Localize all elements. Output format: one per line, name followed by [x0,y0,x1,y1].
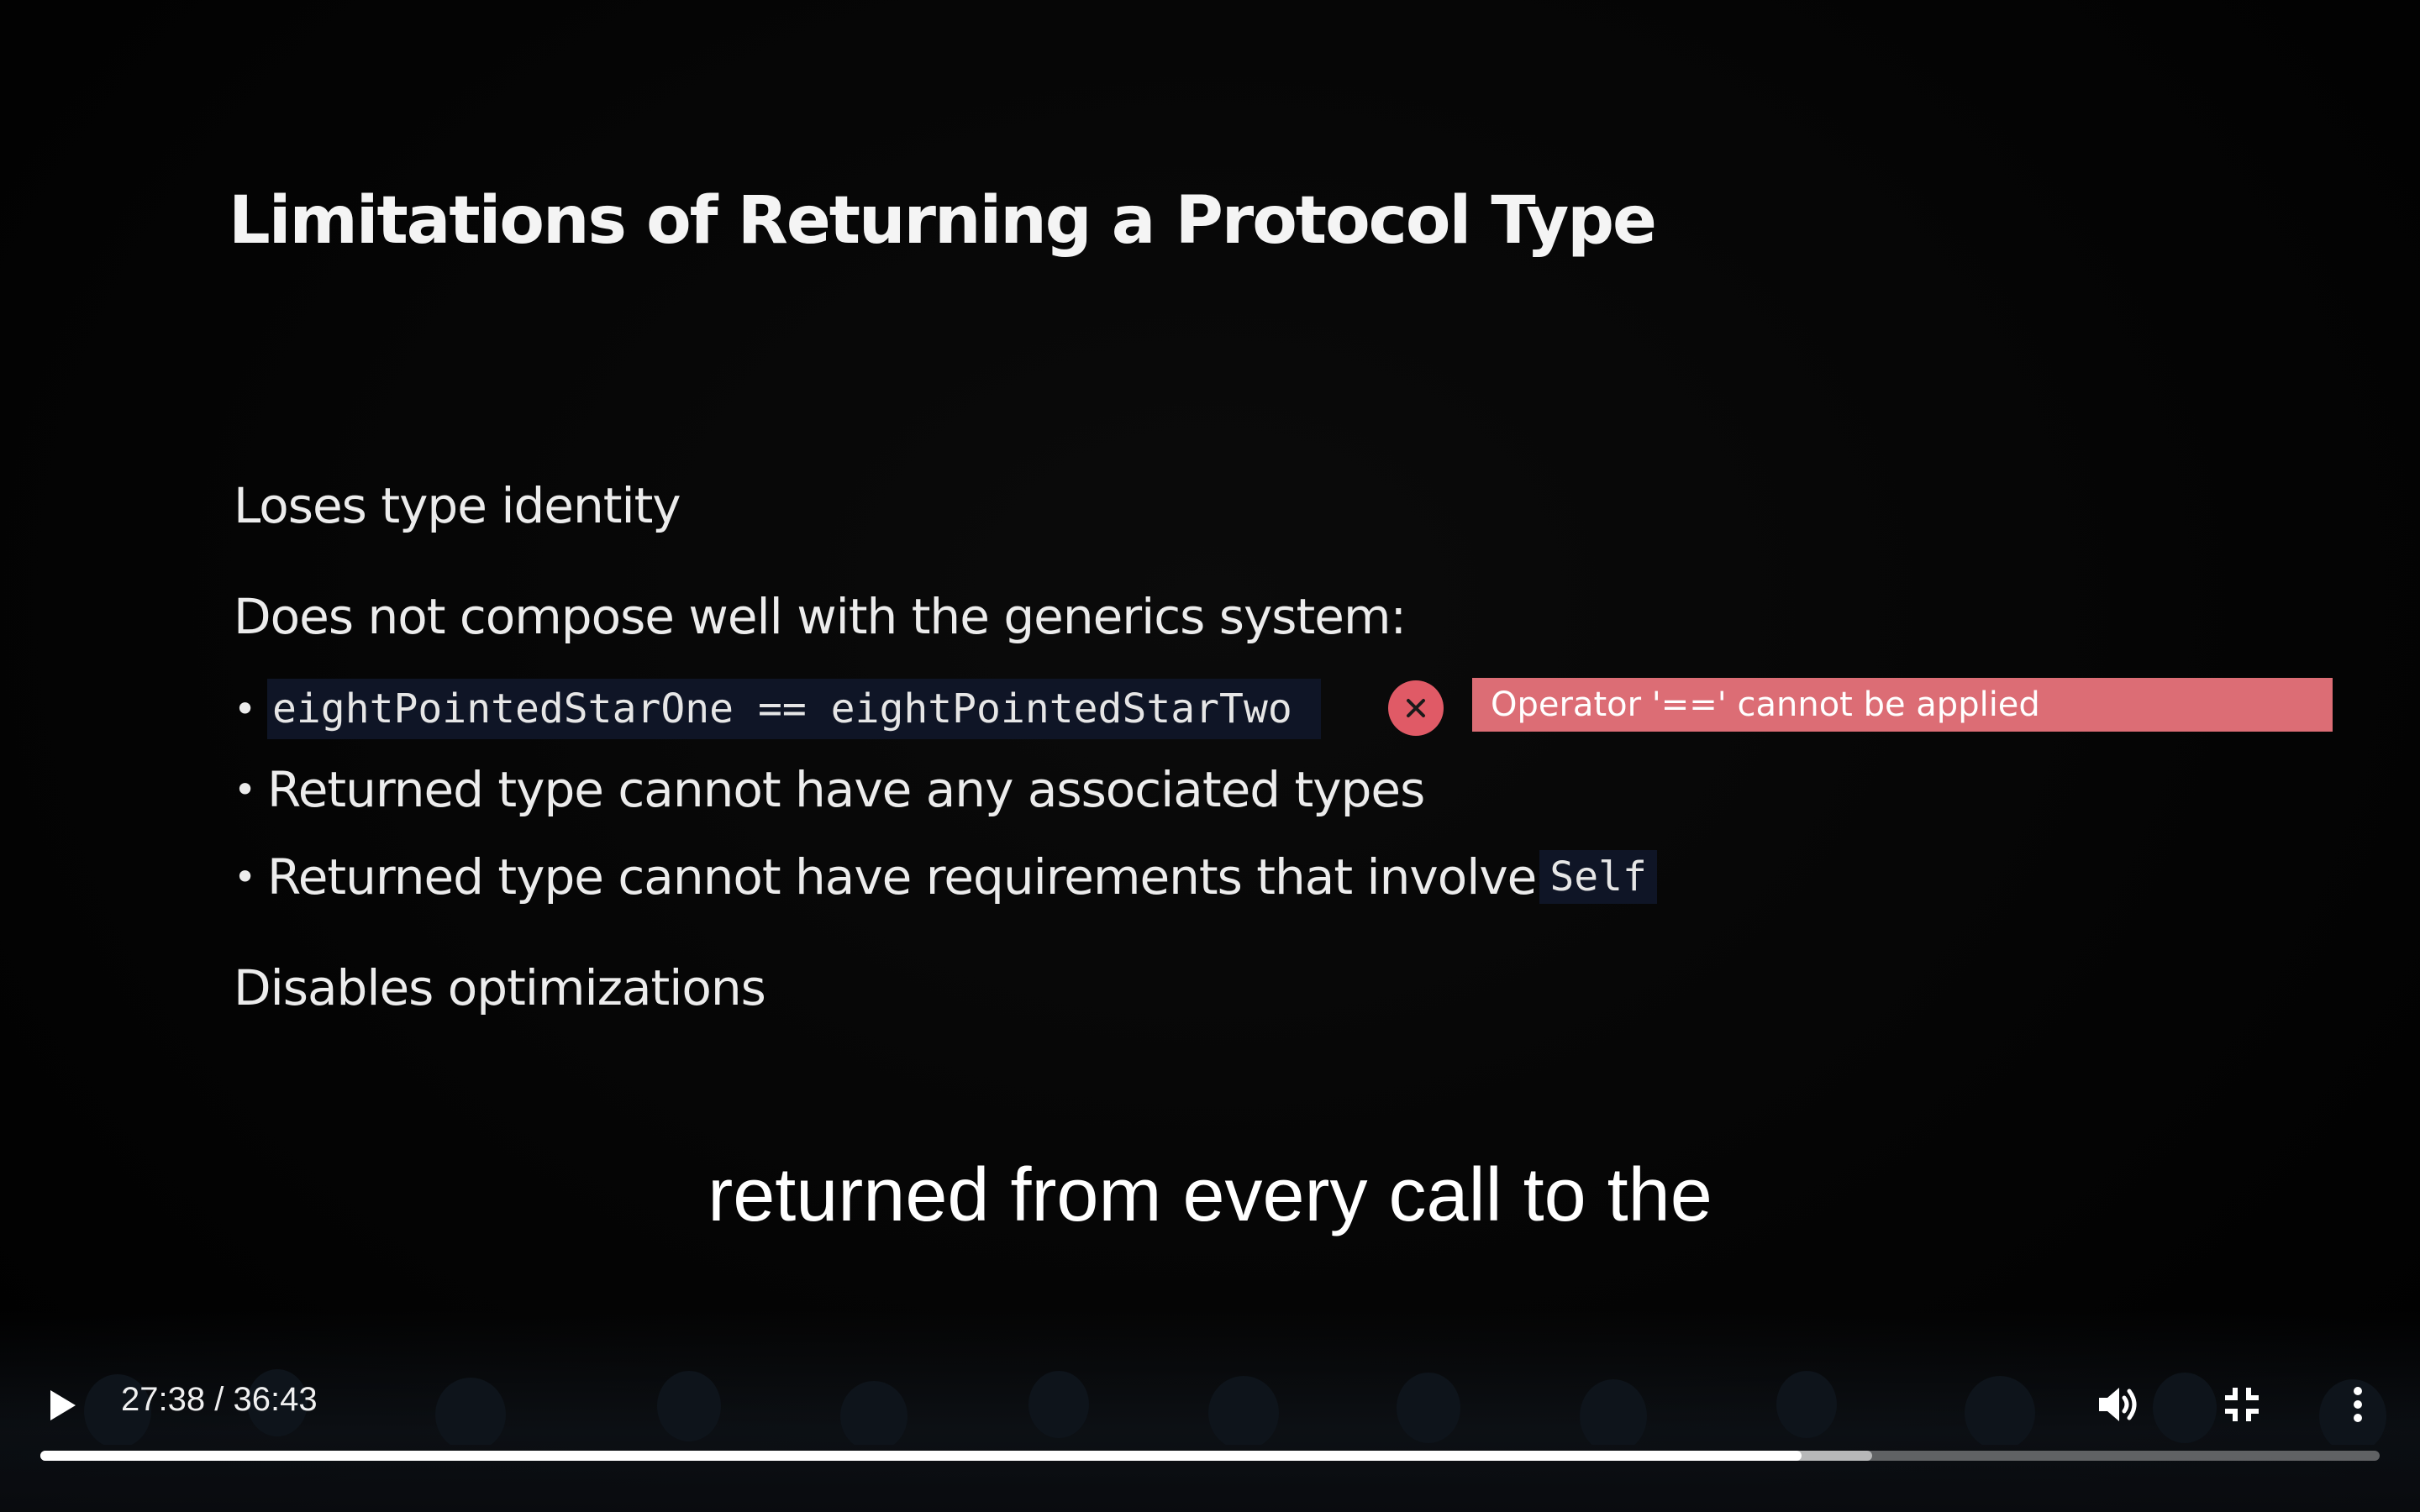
bullet-text: Returned type cannot have any associated… [267,761,1425,818]
exit-fullscreen-icon [2225,1388,2259,1421]
video-player[interactable]: Limitations of Returning a Protocol Type… [0,0,2420,1512]
point-loses-type-identity: Loses type identity [234,477,681,534]
total-duration: 36:43 [233,1381,318,1418]
bullet-associated-types: • Returned type cannot have any associat… [234,761,1425,818]
bullet-marker: • [234,767,256,812]
bullet-equality-code: • eightPointedStarOne == eightPointedSta… [234,679,1321,739]
progress-bar[interactable] [40,1451,2380,1461]
more-vertical-icon [2354,1387,2362,1422]
time-display: 27:38 / 36:43 [121,1381,318,1419]
subtitle-caption: returned from every call to the [708,1153,1712,1237]
slide-title: Limitations of Returning a Protocol Type [229,183,1657,259]
bullet-text: Returned type cannot have requirements t… [267,848,1537,906]
exit-fullscreen-button[interactable] [2217,1379,2267,1430]
code-snippet: eightPointedStarOne == eightPointedStarT… [267,679,1321,739]
volume-button[interactable] [2092,1379,2143,1430]
progress-played [40,1451,1802,1461]
time-separator: / [214,1381,224,1418]
code-self: Self [1539,850,1657,904]
volume-icon [2099,1388,2137,1421]
current-time: 27:38 [121,1381,206,1418]
more-options-button[interactable] [2341,1379,2375,1430]
point-disables-optimizations: Disables optimizations [234,959,766,1016]
bullet-marker: • [234,686,256,732]
play-button[interactable] [42,1384,84,1426]
error-message: Operator '==' cannot be applied [1472,678,2333,732]
play-icon [50,1390,76,1420]
bullet-marker: • [234,854,256,900]
bullet-self-requirements: • Returned type cannot have requirements… [234,848,1657,906]
point-generics-system: Does not compose well with the generics … [234,588,1407,645]
error-icon [1388,680,1444,736]
player-controls: 27:38 / 36:43 [0,1361,2420,1512]
